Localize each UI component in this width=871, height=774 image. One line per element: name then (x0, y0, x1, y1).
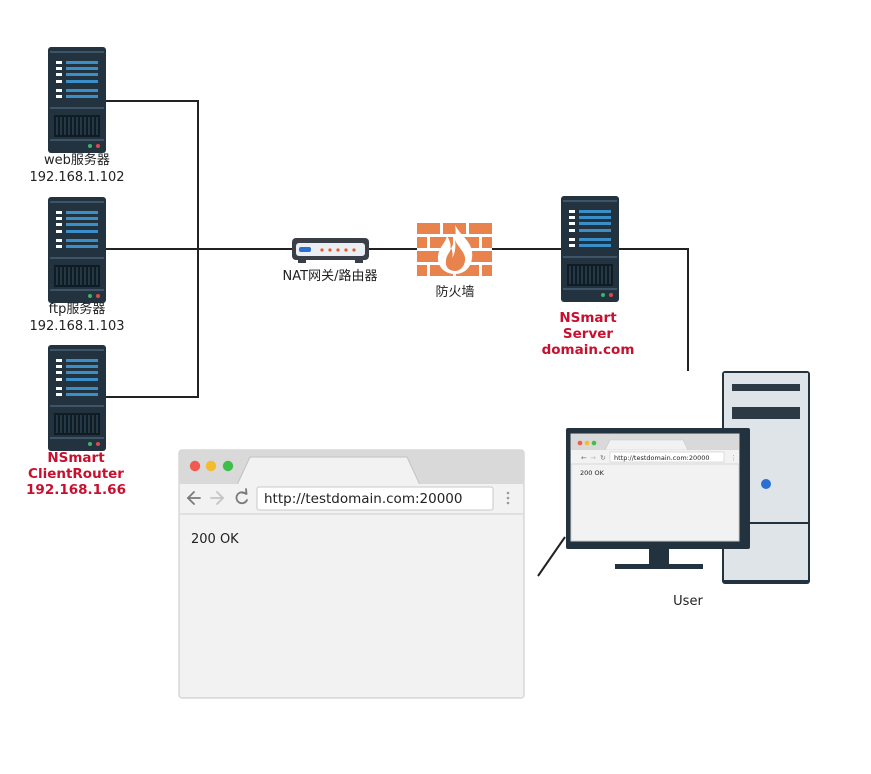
diagram-canvas: ← → ↻ http://testdomain.com:20000 ⋮ 200 … (47, 46, 810, 699)
user-label: User (673, 594, 703, 609)
small-browser-status: 200 OK (580, 469, 605, 477)
small-browser-window: ← → ↻ http://testdomain.com:20000 ⋮ 200 … (570, 433, 740, 542)
ftp-server-icon (47, 196, 107, 304)
ftp-server-label: ftp服务器 192.168.1.103 (29, 302, 125, 334)
link-monitor-browser (537, 536, 566, 577)
web-server-label: web服务器 192.168.1.102 (29, 153, 125, 185)
page-status-text: 200 OK (191, 532, 239, 547)
svg-text:←: ← (581, 454, 587, 462)
nsmart-server-icon (560, 195, 620, 303)
network-diagram: ← → ↻ http://testdomain.com:20000 ⋮ 200 … (0, 0, 871, 770)
small-browser-url: http://testdomain.com:20000 (614, 454, 710, 462)
menu-kebab-icon[interactable] (506, 491, 510, 505)
nat-label: NAT网关/路由器 (282, 269, 378, 284)
svg-text:↻: ↻ (600, 454, 606, 462)
minimize-dot-icon[interactable] (205, 460, 217, 472)
close-dot-icon[interactable] (189, 460, 201, 472)
firewall-label: 防火墙 (435, 285, 475, 300)
nat-router-icon (292, 238, 369, 263)
large-browser-window: http://testdomain.com:20000 200 OK (178, 449, 525, 699)
svg-text:⋮: ⋮ (730, 454, 737, 462)
nsmart-server-label: NSmart Server domain.com (541, 310, 635, 358)
address-bar-url: http://testdomain.com:20000 (264, 491, 462, 507)
firewall-icon (417, 223, 492, 276)
maximize-dot-icon[interactable] (222, 460, 234, 472)
svg-text:→: → (590, 454, 596, 462)
web-server-icon (47, 46, 107, 154)
client-router-server-icon (47, 344, 107, 452)
client-router-label: NSmart ClientRouter 192.168.1.66 (26, 450, 126, 498)
